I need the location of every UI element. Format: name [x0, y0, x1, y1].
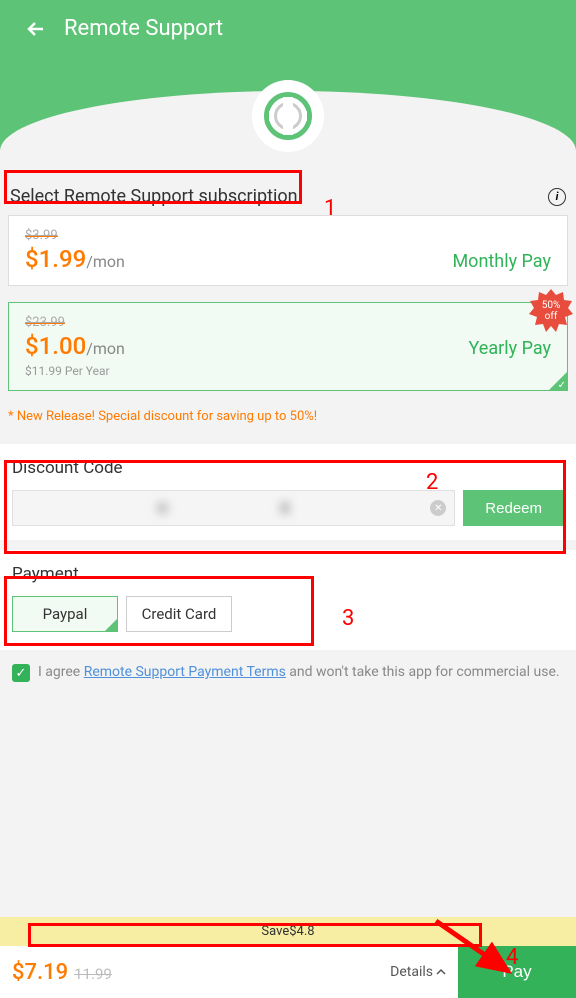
agreement-row: ✓ I agree Remote Support Payment Terms a… — [0, 650, 576, 696]
header: Remote Support — [0, 0, 576, 150]
payment-section: Payment Paypal Credit Card — [0, 550, 576, 650]
plan-monthly-original: $3.99 — [25, 228, 58, 243]
agreement-text: I agree Remote Support Payment Terms and… — [38, 664, 560, 680]
payment-label: Payment — [12, 564, 564, 584]
redeem-button[interactable]: Redeem — [463, 490, 564, 526]
agreement-checkbox[interactable]: ✓ — [12, 664, 30, 682]
plan-monthly-per: /mon — [86, 252, 125, 271]
plan-yearly-note: $11.99 Per Year — [25, 364, 551, 378]
release-note: * New Release! Special discount for savi… — [8, 407, 568, 434]
payment-paypal[interactable]: Paypal — [12, 596, 118, 632]
discount-input-wrap: ✕ — [12, 490, 455, 526]
payment-credit[interactable]: Credit Card — [126, 596, 232, 632]
annotation-num-2: 2 — [426, 470, 438, 495]
discount-section: Discount Code ✕ Redeem — [0, 444, 576, 540]
app-logo — [252, 80, 324, 152]
back-icon[interactable] — [24, 17, 48, 41]
discount-label: Discount Code — [12, 458, 564, 478]
plan-yearly-price: $1.00 — [25, 332, 86, 360]
subscription-section: Select Remote Support subscription i $3.… — [0, 186, 576, 434]
plan-yearly[interactable]: 50%off $23.99 $1.00/mon Yearly Pay $11.9… — [8, 302, 568, 391]
terms-link[interactable]: Remote Support Payment Terms — [84, 664, 286, 680]
plan-monthly-label: Monthly Pay — [452, 251, 551, 272]
pay-original-price: 11.99 — [74, 965, 112, 983]
annotation-num-3: 3 — [342, 606, 354, 631]
info-icon[interactable]: i — [548, 188, 566, 206]
discount-input[interactable] — [25, 500, 422, 517]
page-title: Remote Support — [64, 16, 223, 41]
plan-yearly-per: /mon — [86, 339, 125, 358]
pay-current-price: $7.19 — [12, 960, 68, 985]
subscription-title: Select Remote Support subscription — [10, 186, 298, 207]
plan-yearly-original: $23.99 — [25, 315, 65, 330]
discount-badge: 50%off — [529, 289, 573, 333]
plan-yearly-label: Yearly Pay — [469, 338, 551, 359]
plan-monthly-price: $1.99 — [25, 245, 86, 273]
header-bar: Remote Support — [0, 0, 576, 57]
annotation-arrow — [430, 915, 540, 985]
clear-icon[interactable]: ✕ — [430, 500, 446, 516]
annotation-num-1: 1 — [324, 196, 336, 221]
plan-monthly[interactable]: $3.99 $1.99/mon Monthly Pay — [8, 215, 568, 286]
